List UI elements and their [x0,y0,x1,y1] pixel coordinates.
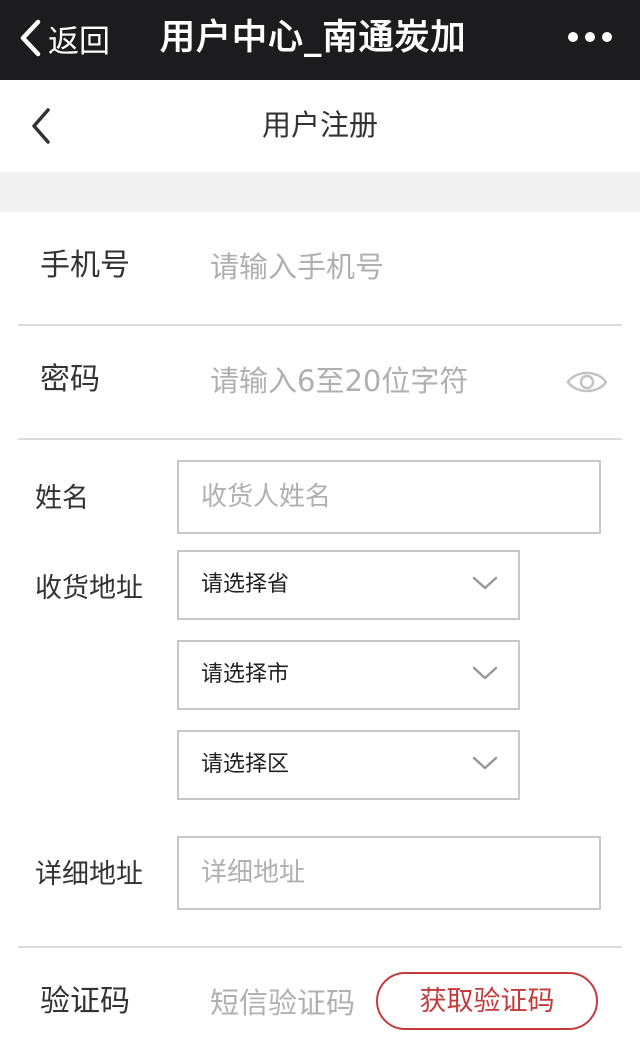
chevron-left-icon [20,19,41,57]
province-value: 请选择省 [201,572,290,597]
get-sms-code-button[interactable]: 获取验证码 [376,972,598,1030]
detail-address-input[interactable]: 详细地址 [177,836,601,910]
password-input[interactable]: 请输入6至20位字符 [210,358,468,400]
divider [18,946,622,948]
section-spacer [0,172,640,212]
detail-address-placeholder: 详细地址 [201,858,306,888]
name-placeholder: 收货人姓名 [201,482,332,512]
phone-label: 手机号 [40,248,130,283]
app-title-bar: 返回 用户中心_南通炭加 [0,0,640,80]
sms-code-input[interactable]: 短信验证码 [210,980,355,1022]
phone-input[interactable]: 请输入手机号 [210,244,384,286]
name-label: 姓名 [35,483,89,514]
page-title: 用户注册 [261,108,378,142]
divider [18,324,622,326]
divider [18,438,622,440]
chevron-down-icon [472,666,498,680]
district-value: 请选择区 [201,752,290,777]
district-select[interactable]: 请选择区 [177,730,520,800]
more-dots-icon[interactable] [568,28,612,46]
chevron-down-icon [472,756,498,770]
back-button[interactable]: 返回 [18,14,110,62]
chevron-down-icon [472,576,498,590]
detail-address-label: 详细地址 [35,859,143,890]
city-value: 请选择市 [201,662,290,687]
app-title: 用户中心_南通炭加 [160,18,467,58]
province-select[interactable]: 请选择省 [177,550,520,620]
address-label: 收货地址 [35,573,143,604]
eye-icon[interactable] [566,366,608,398]
city-select[interactable]: 请选择市 [177,640,520,710]
name-input[interactable]: 收货人姓名 [177,460,601,534]
page-header: 用户注册 [0,80,640,172]
sms-code-label: 验证码 [40,984,130,1019]
back-label: 返回 [48,23,110,60]
password-label: 密码 [40,362,100,397]
